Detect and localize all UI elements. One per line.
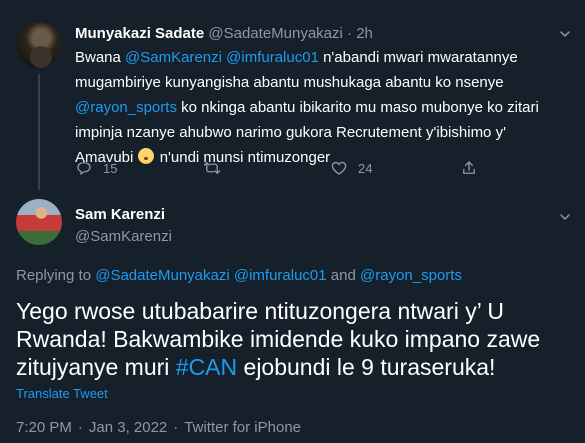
mention-link[interactable]: @SamKarenzi	[125, 49, 222, 66]
header-separator: ·	[347, 25, 353, 42]
parent-handle[interactable]: @SadateMunyakazi	[208, 25, 342, 42]
mention-link[interactable]: @imfuraluc01	[234, 267, 327, 284]
parent-timestamp[interactable]: 2h	[356, 25, 373, 42]
parent-tweet-text: Bwana @SamKarenzi @imfuraluc01 n'abandi …	[75, 45, 545, 170]
reply-icon	[77, 162, 91, 175]
meta-separator: ·	[173, 419, 179, 436]
share-icon	[463, 161, 475, 174]
text-segment: Bwana	[75, 49, 126, 66]
tweet-thread: Munyakazi Sadate @SadateMunyakazi · 2h B…	[0, 0, 585, 443]
retweet-button[interactable]	[203, 158, 231, 178]
text-segment: and	[326, 267, 360, 284]
thread-connector-line	[38, 74, 40, 190]
main-tweet-text: Yego rwose utubabarire ntituzongera ntwa…	[16, 297, 576, 381]
like-button[interactable]: 24	[330, 158, 372, 178]
retweet-icon	[203, 162, 221, 174]
share-button[interactable]	[460, 158, 478, 178]
main-avatar[interactable]	[16, 199, 62, 245]
replying-to-prefix: Replying to	[16, 267, 96, 284]
mention-link[interactable]: @SadateMunyakazi	[95, 267, 229, 284]
main-handle[interactable]: @SamKarenzi	[75, 227, 172, 247]
tweet-source[interactable]: Twitter for iPhone	[184, 419, 301, 436]
hashtag-link[interactable]: #CAN	[176, 354, 237, 380]
mention-link[interactable]: @rayon_sports	[360, 267, 462, 284]
reply-button[interactable]: 15	[75, 158, 117, 178]
mention-link[interactable]: @imfuraluc01	[226, 49, 319, 66]
replying-to-line: Replying to @SadateMunyakazi @imfuraluc0…	[16, 266, 462, 286]
meta-separator: ·	[77, 419, 83, 436]
parent-avatar[interactable]	[16, 22, 62, 68]
like-count: 24	[358, 160, 373, 176]
reply-count: 15	[103, 160, 118, 176]
tweet-metadata: 7:20 PM · Jan 3, 2022 · Twitter for iPhone	[16, 418, 301, 438]
parent-tweet[interactable]: Munyakazi Sadate @SadateMunyakazi · 2h B…	[0, 0, 585, 198]
main-more-caret-icon[interactable]	[555, 207, 575, 227]
mention-link[interactable]: @rayon_sports	[75, 99, 177, 116]
like-icon	[331, 161, 347, 175]
parent-display-name[interactable]: Munyakazi Sadate	[75, 25, 204, 42]
main-display-name[interactable]: Sam Karenzi	[75, 205, 165, 225]
translate-tweet-link[interactable]: Translate Tweet	[16, 386, 108, 402]
parent-tweet-actions: 15 24	[75, 158, 545, 178]
parent-more-caret-icon[interactable]	[555, 24, 575, 44]
text-segment: ejobundi le 9 turaseruka!	[237, 354, 496, 380]
tweet-time[interactable]: 7:20 PM	[16, 419, 72, 436]
parent-tweet-header: Munyakazi Sadate @SadateMunyakazi · 2h	[75, 24, 373, 44]
tweet-date[interactable]: Jan 3, 2022	[89, 419, 167, 436]
